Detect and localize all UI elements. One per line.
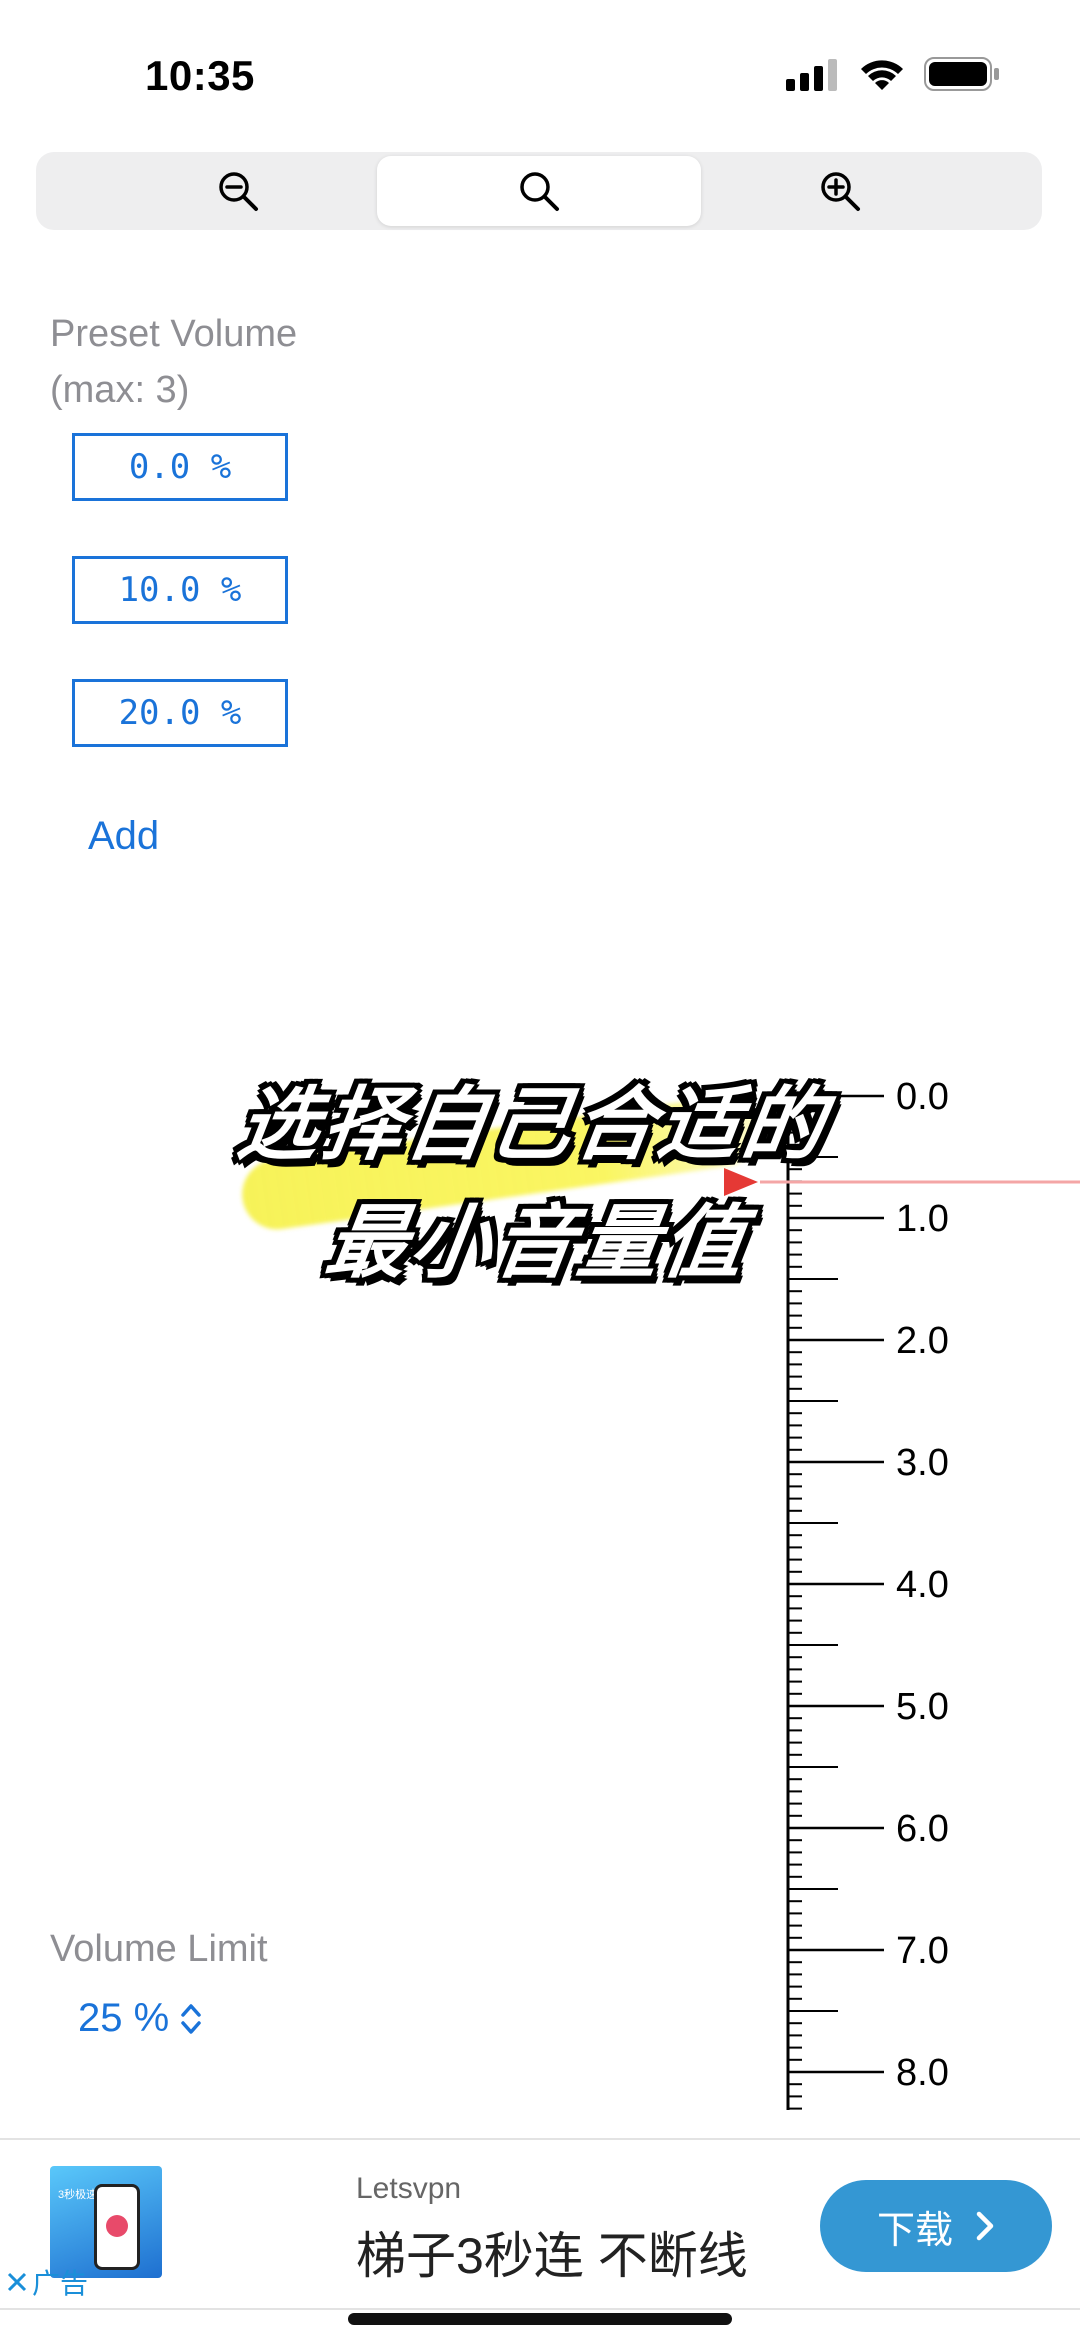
zoom-out-segment[interactable] — [76, 156, 400, 226]
volume-ruler[interactable]: 0.0 1.0 2.0 3.0 4.0 5.0 6.0 7.0 8.0 — [760, 1080, 1080, 2120]
volume-limit-stepper[interactable]: 25 % — [78, 1996, 203, 2041]
zoom-default-segment[interactable] — [377, 156, 701, 226]
add-preset-button[interactable]: Add — [88, 814, 159, 859]
ad-close-button[interactable]: 广告 — [6, 2262, 88, 2302]
ruler-tick-label: 2.0 — [896, 1320, 949, 1362]
volume-limit-value: 25 % — [78, 1996, 170, 2040]
phone-graphic — [94, 2184, 140, 2270]
preset-volume-title: Preset Volume (max: 3) — [50, 306, 297, 418]
zoom-in-segment[interactable] — [678, 156, 1002, 226]
zoom-out-icon — [219, 172, 258, 211]
ad-slogan: 梯子3秒连 不断线 — [356, 2228, 748, 2284]
status-icons — [786, 56, 1000, 92]
overlay-caption-line1: 选择自己合适的 — [232, 1080, 834, 1169]
chevron-up-down-icon — [181, 2003, 201, 2034]
status-time: 10:35 — [145, 52, 255, 99]
volume-limit-title: Volume Limit — [50, 1928, 268, 1970]
ruler-tick-label: 1.0 — [896, 1198, 949, 1240]
ruler-tick-label: 5.0 — [896, 1686, 949, 1728]
search-icon — [520, 172, 559, 211]
ad-banner[interactable]: 3秒极速连接 广告 Letsvpn 梯子3秒连 不断线 下载 — [0, 2138, 1080, 2310]
ad-download-button[interactable]: 下载 — [820, 2180, 1052, 2272]
zoom-segmented-control — [36, 152, 1042, 230]
ruler-tick-label: 7.0 — [896, 1930, 949, 1972]
ruler-tick-label: 6.0 — [896, 1808, 949, 1850]
ad-label: 广告 — [32, 2268, 89, 2299]
ruler-tick-label: 3.0 — [896, 1442, 949, 1484]
cellular-signal-icon — [786, 59, 837, 91]
power-icon — [106, 2215, 128, 2237]
chevron-right-icon — [976, 2211, 994, 2241]
preset-item[interactable]: 20.0 % — [72, 679, 288, 747]
preset-item[interactable]: 0.0 % — [72, 433, 288, 501]
ad-brand: Letsvpn — [356, 2172, 462, 2205]
preset-item[interactable]: 10.0 % — [72, 556, 288, 624]
ruler-tick-label: 8.0 — [896, 2052, 949, 2094]
ruler-tick-label: 0.0 — [896, 1080, 949, 1118]
overlay-caption-line2: 最小音量值 — [320, 1198, 754, 1287]
preset-volume-label: Preset Volume — [50, 313, 298, 355]
close-icon — [7, 2272, 27, 2292]
battery-icon — [924, 57, 999, 91]
home-indicator — [348, 2313, 732, 2325]
ruler-tick-label: 4.0 — [896, 1564, 949, 1606]
wifi-icon — [861, 60, 903, 90]
ad-download-label: 下载 — [876, 2209, 953, 2252]
preset-max-label: (max: 3) — [50, 369, 190, 411]
zoom-in-icon — [821, 172, 860, 211]
